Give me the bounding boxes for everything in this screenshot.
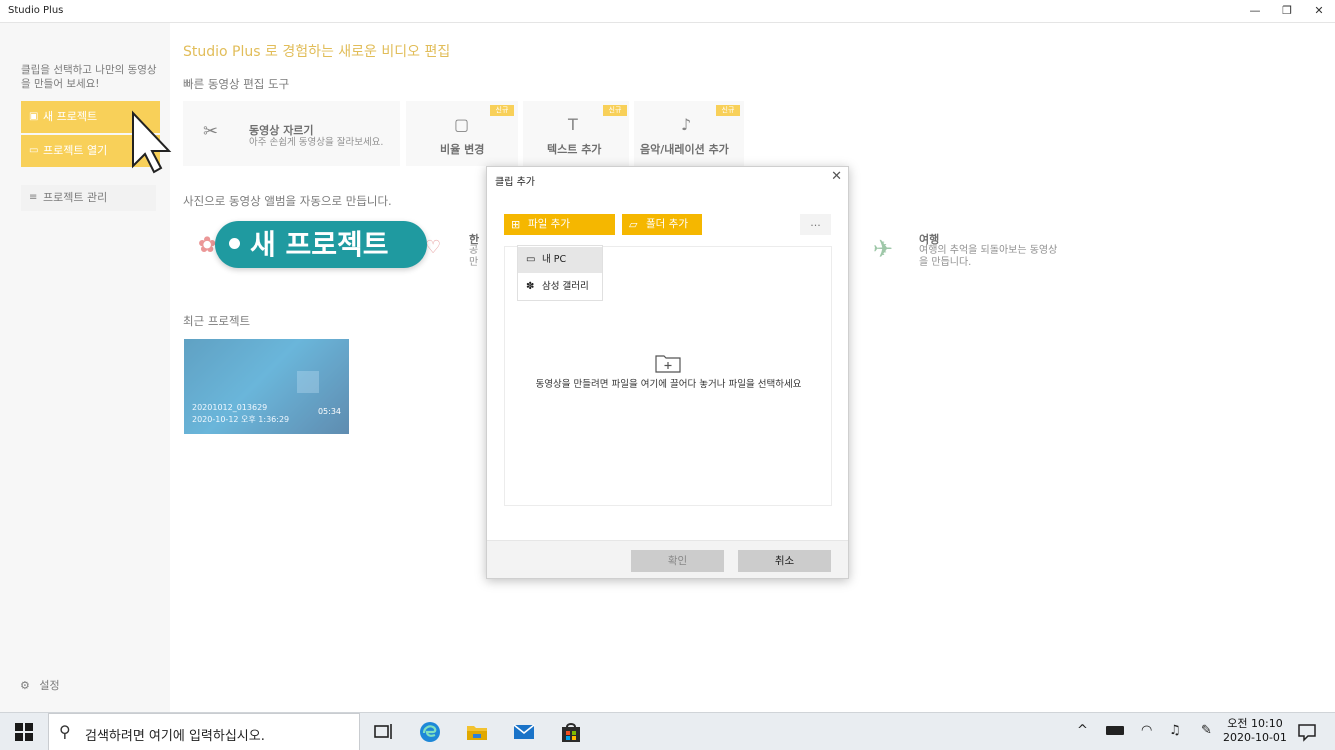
add-folder-button[interactable]: ▱ 폴더 추가 bbox=[622, 214, 702, 235]
more-options-button[interactable]: ... bbox=[800, 214, 831, 235]
cancel-button[interactable]: 취소 bbox=[738, 550, 831, 572]
network-icon[interactable]: ◠ bbox=[1141, 723, 1152, 738]
menu-item-label: 삼성 갤러리 bbox=[542, 281, 589, 292]
monitor-icon: ▭ bbox=[526, 254, 536, 265]
add-folder-label: 폴더 추가 bbox=[646, 218, 688, 230]
close-button[interactable]: ✕ bbox=[1311, 3, 1327, 19]
tutorial-label-text: 새 프로젝트 bbox=[250, 228, 389, 261]
taskbar: ⚲ 검색하려면 여기에 입력하십시오. ^ ◠ ♫ ✎ 오전 10:10 202… bbox=[0, 712, 1335, 750]
store-icon[interactable] bbox=[559, 720, 583, 744]
dialog-title: 클립 추가 bbox=[495, 177, 535, 188]
add-file-button[interactable]: ⊞ 파일 추가 bbox=[504, 214, 615, 235]
folder-open-icon: ▱ bbox=[629, 218, 638, 231]
title-bar: Studio Plus — ❐ ✕ bbox=[0, 0, 1335, 23]
notification-center-icon[interactable] bbox=[1297, 722, 1317, 742]
clock-date: 2020-10-01 bbox=[1223, 731, 1287, 744]
pen-icon[interactable]: ✎ bbox=[1201, 723, 1212, 738]
taskbar-search[interactable]: ⚲ 검색하려면 여기에 입력하십시오. bbox=[48, 713, 360, 750]
clock[interactable]: 오전 10:10 2020-10-01 bbox=[1223, 717, 1287, 745]
mail-icon[interactable] bbox=[512, 720, 536, 744]
dialog-footer: 확인 취소 bbox=[487, 540, 848, 578]
window-title: Studio Plus bbox=[8, 5, 64, 16]
windows-start-icon[interactable] bbox=[15, 723, 33, 741]
cursor-arrow-icon bbox=[132, 110, 172, 174]
task-view-icon[interactable] bbox=[371, 720, 395, 744]
bullet-icon bbox=[229, 237, 240, 249]
file-plus-icon: ⊞ bbox=[511, 218, 521, 231]
chevron-up-icon[interactable]: ^ bbox=[1077, 723, 1088, 738]
add-clip-dialog: 클립 추가 ✕ ⊞ 파일 추가 ▱ 폴더 추가 ... ▭ 내 PC ✽ 삼성 … bbox=[486, 166, 849, 579]
add-file-label: 파일 추가 bbox=[528, 218, 570, 230]
folder-add-icon bbox=[655, 355, 681, 373]
file-explorer-icon[interactable] bbox=[465, 720, 489, 744]
minimize-button[interactable]: — bbox=[1247, 3, 1263, 19]
search-placeholder: 검색하려면 여기에 입력하십시오. bbox=[85, 729, 265, 744]
source-menu: ▭ 내 PC ✽ 삼성 갤러리 bbox=[517, 245, 603, 301]
gallery-icon: ✽ bbox=[526, 281, 535, 292]
edge-browser-icon[interactable] bbox=[418, 720, 442, 744]
speaker-icon[interactable]: ♫ bbox=[1169, 723, 1181, 738]
dialog-close-icon[interactable]: ✕ bbox=[831, 169, 842, 184]
menu-item-label: 내 PC bbox=[542, 254, 567, 265]
menu-item-samsung-gallery[interactable]: ✽ 삼성 갤러리 bbox=[518, 274, 602, 300]
menu-item-my-pc[interactable]: ▭ 내 PC bbox=[518, 247, 602, 273]
drop-hint: 동영상을 만들려면 파일을 여기에 끌어다 놓거나 파일을 선택하세요 bbox=[535, 379, 802, 390]
battery-icon[interactable] bbox=[1106, 726, 1124, 735]
ok-button[interactable]: 확인 bbox=[631, 550, 724, 572]
clock-time: 오전 10:10 bbox=[1227, 717, 1283, 730]
search-icon: ⚲ bbox=[59, 722, 71, 741]
tutorial-label: 새 프로젝트 bbox=[215, 221, 427, 268]
maximize-button[interactable]: ❐ bbox=[1279, 3, 1295, 19]
